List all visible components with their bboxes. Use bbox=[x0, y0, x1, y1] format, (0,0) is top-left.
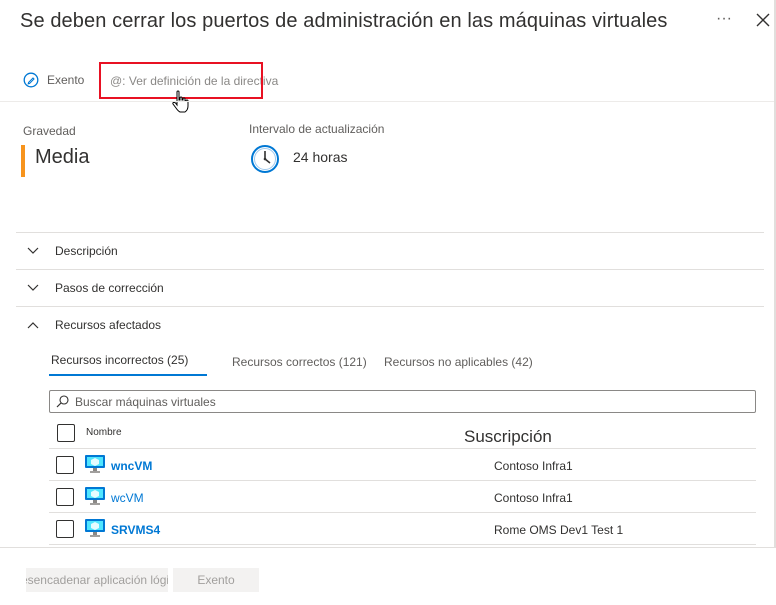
tab-healthy-resources[interactable]: Recursos correctos (121) bbox=[232, 355, 367, 369]
row-divider bbox=[49, 512, 756, 513]
section-remediation-label: Pasos de corrección bbox=[55, 281, 164, 295]
row-divider bbox=[49, 544, 756, 545]
section-description-label: Descripción bbox=[55, 244, 118, 258]
row-checkbox[interactable] bbox=[56, 456, 74, 474]
search-box[interactable] bbox=[49, 390, 756, 413]
subscription-cell: Contoso Infra1 bbox=[494, 459, 573, 473]
severity-value: Media bbox=[35, 146, 90, 168]
row-checkbox[interactable] bbox=[56, 488, 74, 506]
chevron-up-icon bbox=[27, 322, 39, 329]
subscription-cell: Rome OMS Dev1 Test 1 bbox=[494, 523, 624, 537]
virtual-machine-icon bbox=[85, 519, 105, 537]
search-input[interactable] bbox=[75, 394, 715, 409]
exempt-toolbar-button[interactable]: Exento bbox=[23, 72, 84, 88]
virtual-machine-icon bbox=[85, 487, 105, 505]
row-divider bbox=[49, 480, 756, 481]
tab-unhealthy-resources[interactable]: Recursos incorrectos (25) bbox=[51, 353, 188, 367]
exempt-label: Exento bbox=[47, 73, 85, 87]
virtual-machine-icon bbox=[85, 455, 105, 473]
vm-link[interactable]: SRVMS4 bbox=[111, 523, 160, 537]
column-header-name[interactable]: Nombre bbox=[86, 427, 122, 438]
more-options-button[interactable]: ··· bbox=[716, 10, 732, 28]
select-all-checkbox[interactable] bbox=[57, 424, 75, 442]
severity-indicator bbox=[21, 145, 25, 177]
section-divider bbox=[16, 306, 764, 307]
toolbar-divider bbox=[0, 101, 776, 102]
section-description[interactable]: Descripción bbox=[27, 244, 118, 258]
section-affected-label: Recursos afectados bbox=[55, 318, 162, 332]
section-remediation[interactable]: Pasos de corrección bbox=[27, 281, 164, 295]
subscription-cell: Contoso Infra1 bbox=[494, 491, 573, 505]
section-divider bbox=[16, 269, 764, 270]
chevron-down-icon bbox=[27, 247, 39, 254]
page-title: Se deben cerrar los puertos de administr… bbox=[20, 10, 668, 32]
section-divider bbox=[16, 232, 764, 233]
vm-link[interactable]: wncVM bbox=[111, 459, 152, 473]
section-affected-resources[interactable]: Recursos afectados bbox=[27, 318, 161, 332]
active-tab-indicator bbox=[49, 374, 207, 376]
close-icon[interactable] bbox=[755, 12, 771, 28]
row-divider bbox=[49, 448, 756, 449]
footer-divider bbox=[0, 547, 776, 548]
trigger-logic-app-button[interactable]: Desencadenar aplicación lógica bbox=[26, 568, 168, 592]
column-header-subscription[interactable]: Suscripción bbox=[464, 427, 552, 447]
clock-icon bbox=[251, 145, 279, 173]
freshness-label: Intervalo de actualización bbox=[249, 122, 385, 136]
hand-cursor-icon bbox=[172, 90, 189, 113]
vm-link[interactable]: wcVM bbox=[111, 491, 144, 505]
row-checkbox[interactable] bbox=[56, 520, 74, 538]
exempt-button[interactable]: Exento bbox=[173, 568, 259, 592]
severity-label: Gravedad bbox=[23, 124, 76, 138]
freshness-value: 24 horas bbox=[293, 149, 348, 165]
chevron-down-icon bbox=[27, 284, 39, 291]
tab-not-applicable-resources[interactable]: Recursos no aplicables (42) bbox=[384, 355, 533, 369]
search-icon bbox=[56, 395, 69, 408]
edit-circle-icon bbox=[23, 72, 39, 88]
